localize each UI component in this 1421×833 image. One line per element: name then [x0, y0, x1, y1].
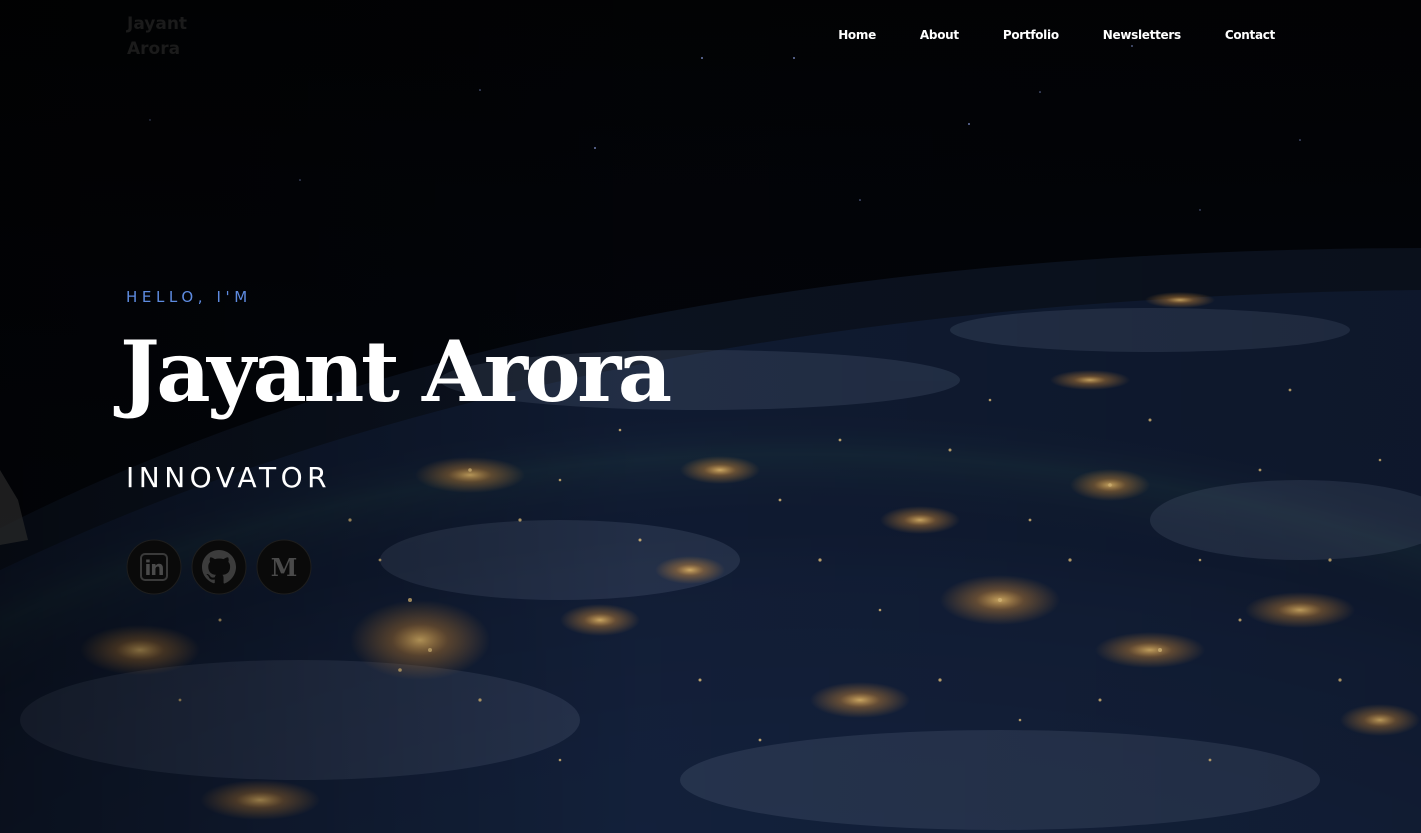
nav-link-about[interactable]: About	[920, 28, 959, 42]
medium-link[interactable]: M	[256, 539, 312, 595]
hero-section: Jayant Arora Home About Portfolio Newsle…	[0, 0, 1421, 833]
nav-link-contact[interactable]: Contact	[1225, 28, 1275, 42]
logo-line-1: Jayant	[127, 14, 188, 34]
github-icon	[191, 539, 247, 595]
social-links: in M	[126, 539, 312, 595]
logo-line-2: Arora	[127, 39, 181, 59]
nav-link-home[interactable]: Home	[838, 28, 876, 42]
hero-role: INNOVATOR	[126, 461, 332, 494]
hero-name: Jayant Arora	[120, 322, 672, 421]
linkedin-link[interactable]: in	[126, 539, 182, 595]
github-link[interactable]	[191, 539, 247, 595]
medium-icon: M	[256, 539, 312, 595]
nav-link-portfolio[interactable]: Portfolio	[1003, 28, 1059, 42]
medium-glyph: M	[271, 553, 298, 582]
hero-greeting: HELLO, I'M	[126, 288, 252, 306]
nav-link-newsletters[interactable]: Newsletters	[1103, 28, 1181, 42]
linkedin-icon: in	[126, 539, 182, 595]
linkedin-glyph: in	[144, 556, 163, 580]
site-logo[interactable]: Jayant Arora	[127, 12, 217, 62]
main-nav: Home About Portfolio Newsletters Contact	[838, 26, 1275, 44]
